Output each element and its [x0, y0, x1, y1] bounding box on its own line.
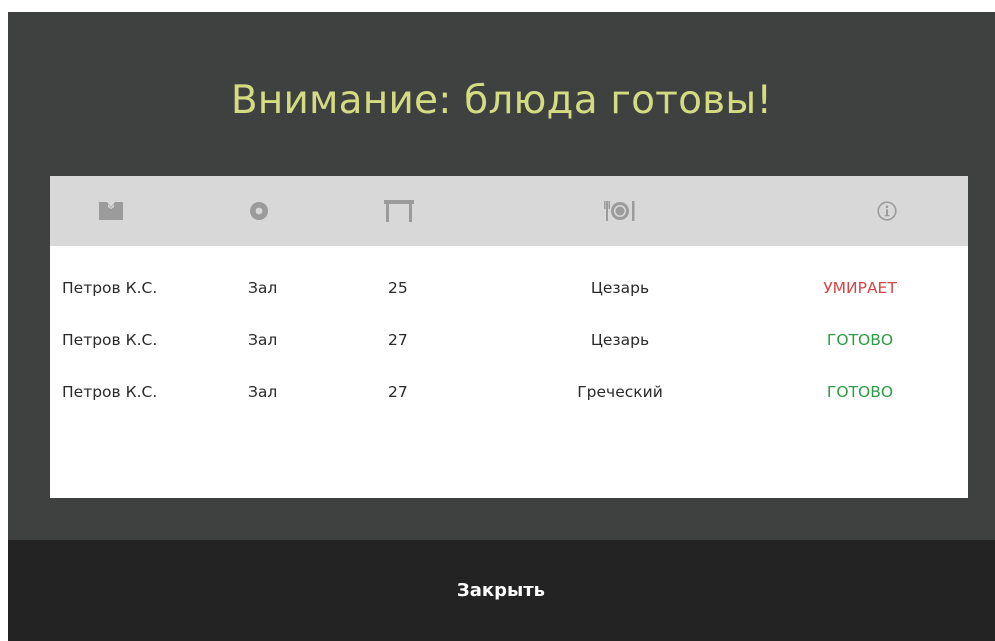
waiter-cell: Петров К.С. [62, 279, 158, 297]
zone-icon [244, 199, 274, 223]
table-row: Петров К.С. Зал 27 Греческий ГОТОВО [50, 377, 968, 407]
dialog-title: Внимание: блюда готовы! [230, 78, 773, 123]
waiter-icon [96, 199, 126, 223]
table-row: Петров К.С. Зал 27 Цезарь ГОТОВО [50, 325, 968, 355]
ready-dishes-dialog: Внимание: блюда готовы! Петров К.С. Зал … [8, 12, 995, 641]
dialog-footer: Закрыть [8, 540, 995, 641]
dishes-table: Петров К.С. Зал 25 Цезарь УМИРАЕТ Петров… [50, 176, 968, 498]
dish-cell: Цезарь [590, 279, 650, 297]
close-button[interactable]: Закрыть [451, 576, 551, 606]
status-cell: УМИРАЕТ [823, 279, 897, 297]
dish-cell: Греческий [577, 383, 663, 401]
zone-cell: Зал [248, 279, 278, 297]
table-icon [382, 199, 416, 223]
waiter-cell: Петров К.С. [62, 383, 158, 401]
zone-cell: Зал [248, 331, 278, 349]
table-header [50, 176, 968, 246]
dish-cell: Цезарь [590, 331, 650, 349]
table-number-cell: 25 [388, 279, 408, 297]
zone-cell: Зал [248, 383, 278, 401]
waiter-cell: Петров К.С. [62, 331, 158, 349]
table-number-cell: 27 [388, 383, 408, 401]
status-cell: ГОТОВО [826, 383, 894, 401]
info-icon [872, 199, 902, 223]
table-row: Петров К.С. Зал 25 Цезарь УМИРАЕТ [50, 273, 968, 303]
dish-icon [602, 199, 638, 223]
status-cell: ГОТОВО [826, 331, 894, 349]
table-number-cell: 27 [388, 331, 408, 349]
